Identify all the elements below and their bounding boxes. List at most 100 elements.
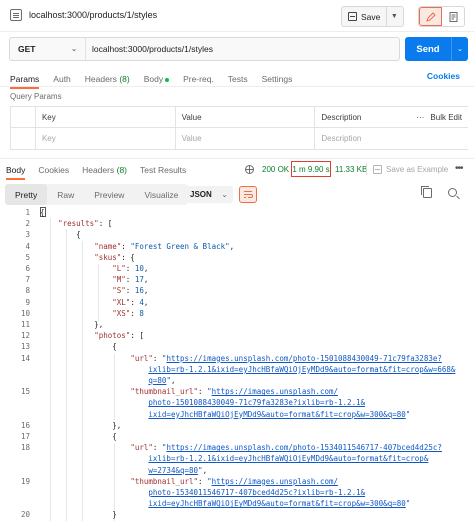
- line-number: 16: [20, 420, 30, 430]
- tab-response-headers-count: (8): [116, 165, 127, 175]
- checkbox-header-cell: [11, 107, 36, 127]
- line-number: 12: [20, 331, 30, 341]
- code-line: "photos": [: [94, 331, 144, 341]
- tab-response-headers-label: Headers: [82, 165, 115, 175]
- send-options-chevron-icon[interactable]: ⌄: [452, 45, 468, 53]
- response-time[interactable]: 1 m 9.90 s: [291, 161, 331, 177]
- send-button[interactable]: Send: [405, 37, 452, 61]
- tab-test-results[interactable]: Test Results: [140, 165, 186, 175]
- code-line: }: [40, 510, 117, 520]
- view-mode-toggle: [418, 6, 465, 27]
- description-header: Description ··· Bulk Edit: [315, 107, 468, 127]
- save-button[interactable]: Save: [342, 7, 388, 26]
- format-toolbar: Pretty Raw Preview Visualize JSON ⌄: [0, 182, 474, 206]
- description-input[interactable]: Description: [315, 128, 468, 149]
- save-label: Save: [361, 11, 381, 22]
- format-raw[interactable]: Raw: [47, 184, 84, 205]
- tab-settings[interactable]: Settings: [262, 74, 293, 84]
- body-indicator-dot: [165, 77, 170, 82]
- tab-headers[interactable]: Headers (8): [85, 74, 130, 84]
- request-title[interactable]: localhost:3000/products/1/styles: [29, 10, 157, 20]
- code-line: "name": "Forest Green & Black",: [94, 241, 235, 251]
- tab-body[interactable]: Body: [143, 74, 170, 84]
- line-number: 4: [25, 241, 30, 251]
- code-line: {: [40, 230, 81, 240]
- line-number: 18: [20, 443, 30, 453]
- response-tabs: Body Cookies Headers (8) Test Results: [6, 165, 186, 180]
- bulk-edit-button[interactable]: ··· Bulk Edit: [416, 113, 462, 122]
- code-line: "S": 16,: [112, 286, 149, 296]
- key-input[interactable]: Key: [36, 128, 176, 149]
- code-line: "L": 10,: [112, 264, 149, 273]
- response-body-editor[interactable]: 1 {2 "results": [3 {4 "name": "Forest Gre…: [0, 206, 474, 521]
- tab-params[interactable]: Params: [10, 74, 40, 89]
- code-line: {: [40, 432, 117, 441]
- disk-icon: [348, 12, 357, 21]
- line-number: 6: [25, 264, 30, 273]
- query-params-table: Key Value Description ··· Bulk Edit Key V…: [10, 106, 468, 150]
- code-line: ixlib=rb-1.2.1&ixid=eyJhcHBfaWQiOjEyMDd9…: [148, 364, 456, 374]
- globe-icon[interactable]: [245, 165, 254, 174]
- line-number: 20: [20, 510, 30, 520]
- wrap-lines-button[interactable]: [239, 186, 257, 203]
- table-header-row: Key Value Description ··· Bulk Edit: [11, 107, 468, 128]
- value-input[interactable]: Value: [176, 128, 316, 149]
- save-button-group: Save ▼: [341, 6, 404, 27]
- code-line: {: [40, 342, 117, 352]
- url-bar: GET ⌄: [9, 37, 400, 61]
- cookies-link[interactable]: Cookies: [427, 71, 460, 81]
- save-as-example-button[interactable]: Save as Example: [373, 165, 448, 174]
- code-line: {: [40, 208, 45, 217]
- tab-prereq[interactable]: Pre-req.: [183, 74, 214, 84]
- request-icon: [10, 9, 22, 21]
- table-row: Key Value Description: [11, 128, 468, 149]
- response-size[interactable]: 11.33 KB: [335, 165, 367, 174]
- tab-response-headers[interactable]: Headers (8): [82, 165, 127, 175]
- line-number: 14: [20, 353, 30, 363]
- status-badge[interactable]: 200 OK: [262, 165, 289, 174]
- search-icon[interactable]: [448, 188, 457, 197]
- key-header: Key: [36, 107, 176, 127]
- tab-headers-count: (8): [119, 74, 130, 84]
- tab-body-label: Body: [143, 74, 164, 84]
- line-number: 17: [20, 432, 30, 441]
- chevron-down-icon: ⌄: [221, 190, 228, 199]
- more-options-icon[interactable]: •••: [455, 163, 463, 174]
- line-number: 10: [20, 308, 30, 318]
- code-line: "M": 17,: [112, 275, 149, 285]
- save-as-example-label: Save as Example: [386, 165, 449, 174]
- format-pretty[interactable]: Pretty: [5, 184, 48, 205]
- tab-response-cookies[interactable]: Cookies: [38, 165, 69, 175]
- tab-auth[interactable]: Auth: [53, 74, 71, 84]
- code-line: ixlib=rb-1.2.1&ixid=eyJhcHBfaWQiOjEyMDd9…: [148, 454, 429, 464]
- url-input[interactable]: [86, 38, 399, 60]
- code-line: "XS": 8: [112, 308, 144, 318]
- code-line: "url": "https://images.unsplash.com/phot…: [130, 443, 442, 453]
- tab-response-body[interactable]: Body: [6, 165, 26, 180]
- chevron-down-icon: ⌄: [71, 46, 77, 53]
- save-options-chevron-icon[interactable]: ▼: [387, 13, 401, 20]
- code-line: "thumbnail_url": "https://images.unsplas…: [130, 476, 339, 486]
- method-label: GET: [18, 44, 36, 54]
- code-line: photo-1501088430049-71c79fa3283e?ixlib=r…: [148, 398, 366, 408]
- tab-headers-label: Headers: [84, 74, 117, 84]
- document-icon: [449, 11, 457, 22]
- format-visualize[interactable]: Visualize: [134, 184, 188, 205]
- method-select[interactable]: GET ⌄: [10, 38, 86, 60]
- description-header-label: Description: [321, 112, 362, 122]
- format-segmented-control: Pretty Raw Preview Visualize: [5, 184, 189, 205]
- edit-mode-button[interactable]: [419, 7, 442, 26]
- code-line: w=2734&q=80",: [148, 465, 208, 475]
- tab-tests[interactable]: Tests: [228, 74, 248, 84]
- bulk-edit-label: Bulk Edit: [430, 112, 462, 122]
- line-number: 11: [20, 320, 30, 329]
- documentation-button[interactable]: [442, 7, 464, 26]
- copy-icon[interactable]: [421, 186, 432, 198]
- code-line: },: [40, 320, 104, 329]
- format-type-label: JSON: [190, 190, 212, 199]
- format-type-select[interactable]: JSON ⌄: [185, 186, 233, 203]
- line-number: 13: [20, 342, 30, 352]
- code-line: q=80",: [148, 376, 176, 385]
- code-line: "results": [: [58, 219, 113, 229]
- format-preview[interactable]: Preview: [84, 184, 134, 205]
